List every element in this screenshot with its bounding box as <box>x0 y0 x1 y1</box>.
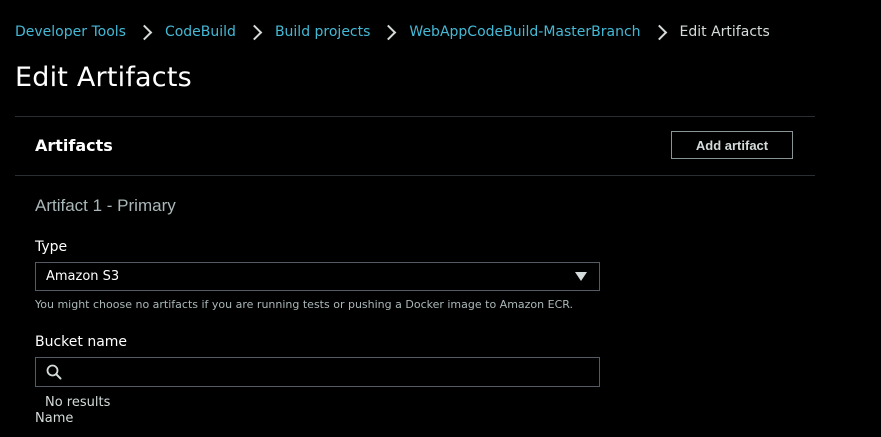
panel-title: Artifacts <box>35 136 113 155</box>
breadcrumb-codebuild[interactable]: CodeBuild <box>165 24 236 40</box>
breadcrumb-developer-tools[interactable]: Developer Tools <box>15 24 126 40</box>
bucket-name-input[interactable] <box>35 357 600 387</box>
search-icon <box>46 364 62 380</box>
bucket-no-results: No results <box>45 395 605 413</box>
breadcrumb-current: Edit Artifacts <box>679 24 770 40</box>
type-label: Type <box>35 239 68 255</box>
add-artifact-button[interactable]: Add artifact <box>671 131 793 159</box>
chevron-right-icon <box>651 24 667 40</box>
chevron-right-icon <box>381 24 397 40</box>
breadcrumb-build-projects[interactable]: Build projects <box>275 24 370 40</box>
type-hint: You might choose no artifacts if you are… <box>35 298 574 311</box>
panel-header: Artifacts Add artifact <box>15 117 815 176</box>
breadcrumb-project[interactable]: WebAppCodeBuild-MasterBranch <box>409 24 640 40</box>
artifacts-panel: Artifacts Add artifact Artifact 1 - Prim… <box>15 116 815 437</box>
chevron-right-icon <box>136 24 153 40</box>
type-select-value: Amazon S3 <box>46 269 120 284</box>
bucket-name-label: Bucket name <box>35 334 128 350</box>
name-label: Name <box>35 411 74 426</box>
type-select[interactable]: Amazon S3 <box>35 262 600 291</box>
caret-down-icon <box>575 272 587 281</box>
chevron-right-icon <box>246 24 263 40</box>
page-title: Edit Artifacts <box>15 62 192 93</box>
artifact-heading: Artifact 1 - Primary <box>35 196 176 215</box>
breadcrumb: Developer Tools CodeBuild Build projects… <box>15 21 770 43</box>
